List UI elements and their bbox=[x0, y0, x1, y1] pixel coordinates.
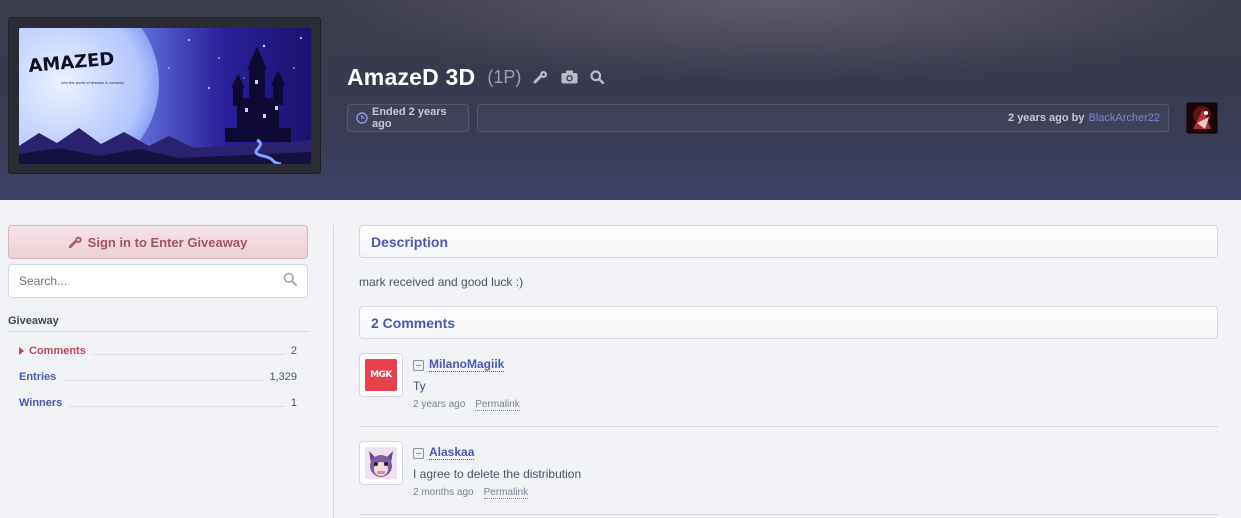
search-icon[interactable] bbox=[590, 70, 605, 84]
status-badge: Ended 2 years ago bbox=[347, 104, 469, 132]
dotted-leader bbox=[91, 347, 285, 355]
creator-avatar[interactable] bbox=[1186, 102, 1218, 134]
game-banner-frame[interactable]: AMAZED into the world of dreams & curios… bbox=[8, 17, 321, 174]
giveaway-title-row: AmazeD 3D (1P) bbox=[347, 62, 605, 92]
column-divider bbox=[333, 225, 334, 518]
steam-icon[interactable] bbox=[533, 70, 549, 84]
avatar-logo-text: MGK bbox=[370, 370, 392, 380]
description-heading: Description bbox=[359, 225, 1218, 258]
sidebar-item-count: 1,329 bbox=[269, 371, 297, 383]
search-input[interactable] bbox=[19, 274, 283, 288]
search-box[interactable] bbox=[8, 264, 308, 298]
comments-heading: 2 Comments bbox=[359, 306, 1218, 339]
sidebar-item-count: 2 bbox=[290, 345, 297, 357]
main-content: Description mark received and good luck … bbox=[359, 225, 1218, 515]
sidebar-item-label: Entries bbox=[19, 371, 57, 383]
comment: MGK MilanoMagiik Ty 2 years ago Permalin… bbox=[359, 339, 1218, 427]
collapse-icon[interactable] bbox=[413, 447, 424, 459]
key-icon bbox=[68, 236, 83, 248]
description-text: mark received and good luck :) bbox=[359, 275, 524, 289]
sidebar-item-winners[interactable]: Winners 1 bbox=[8, 390, 308, 416]
comment-head: Alaskaa bbox=[413, 445, 581, 461]
camera-icon[interactable] bbox=[561, 70, 578, 84]
comment-text: I agree to delete the distribution bbox=[413, 467, 582, 481]
banner-art: AMAZED into the world of dreams & curios… bbox=[19, 28, 311, 164]
sidebar-item-label: Comments bbox=[29, 345, 86, 357]
avatar[interactable] bbox=[359, 441, 403, 485]
comment-time: 2 months ago bbox=[413, 487, 474, 498]
clock-icon bbox=[356, 112, 368, 124]
giveaway-points: (1P) bbox=[487, 66, 522, 87]
sidebar-item-comments[interactable]: Comments 2 bbox=[8, 338, 308, 364]
comment-body: Alaskaa I agree to delete the distributi… bbox=[413, 445, 581, 499]
sidebar-item-label: Winners bbox=[19, 397, 63, 409]
dotted-leader bbox=[62, 373, 264, 381]
avatar-image bbox=[365, 447, 397, 479]
comment-meta: 2 years ago Permalink bbox=[413, 399, 520, 411]
sidebar-nav: Comments 2 Entries 1,329 Winners 1 bbox=[8, 338, 308, 416]
creator-link[interactable]: BlackArcher22 bbox=[1088, 112, 1160, 124]
sign-in-button[interactable]: Sign in to Enter Giveaway bbox=[8, 225, 308, 259]
avatar[interactable]: MGK bbox=[359, 353, 403, 397]
giveaway-header: AMAZED into the world of dreams & curios… bbox=[0, 0, 1241, 200]
sidebar-heading: Giveaway bbox=[8, 315, 308, 332]
permalink-link[interactable]: Permalink bbox=[475, 399, 520, 411]
sidebar-item-count: 1 bbox=[290, 397, 297, 409]
comment-username[interactable]: Alaskaa bbox=[429, 446, 475, 460]
sign-in-label: Sign in to Enter Giveaway bbox=[87, 234, 248, 250]
dotted-leader bbox=[68, 399, 285, 407]
active-arrow-icon bbox=[19, 347, 24, 355]
giveaway-title[interactable]: AmazeD 3D bbox=[347, 64, 475, 91]
comment-meta: 2 months ago Permalink bbox=[413, 487, 581, 499]
comment-list: MGK MilanoMagiik Ty 2 years ago Permalin… bbox=[359, 339, 1218, 515]
collapse-icon[interactable] bbox=[413, 359, 424, 371]
created-info: 2 years ago by BlackArcher22 bbox=[477, 104, 1169, 132]
comment-text: Ty bbox=[413, 379, 426, 393]
comment-time: 2 years ago bbox=[413, 399, 466, 410]
comment-body: MilanoMagiik Ty 2 years ago Permalink bbox=[413, 357, 520, 411]
avatar-image: MGK bbox=[365, 359, 397, 391]
created-text: 2 years ago by bbox=[1008, 112, 1085, 124]
game-banner[interactable]: AMAZED into the world of dreams & curios… bbox=[19, 28, 311, 164]
comment-username[interactable]: MilanoMagiik bbox=[429, 358, 505, 372]
status-text: Ended 2 years ago bbox=[372, 106, 447, 130]
sidebar-item-entries[interactable]: Entries 1,329 bbox=[8, 364, 308, 390]
sidebar: Sign in to Enter Giveaway Giveaway Comme… bbox=[8, 225, 308, 416]
banner-tagline: into the world of dreams & curiosity bbox=[61, 81, 124, 85]
permalink-link[interactable]: Permalink bbox=[483, 487, 529, 499]
search-icon[interactable] bbox=[283, 272, 297, 291]
giveaway-meta-row: Ended 2 years ago 2 years ago by BlackAr… bbox=[347, 104, 1169, 132]
comment: Alaskaa I agree to delete the distributi… bbox=[359, 427, 1218, 515]
comment-head: MilanoMagiik bbox=[413, 357, 520, 373]
